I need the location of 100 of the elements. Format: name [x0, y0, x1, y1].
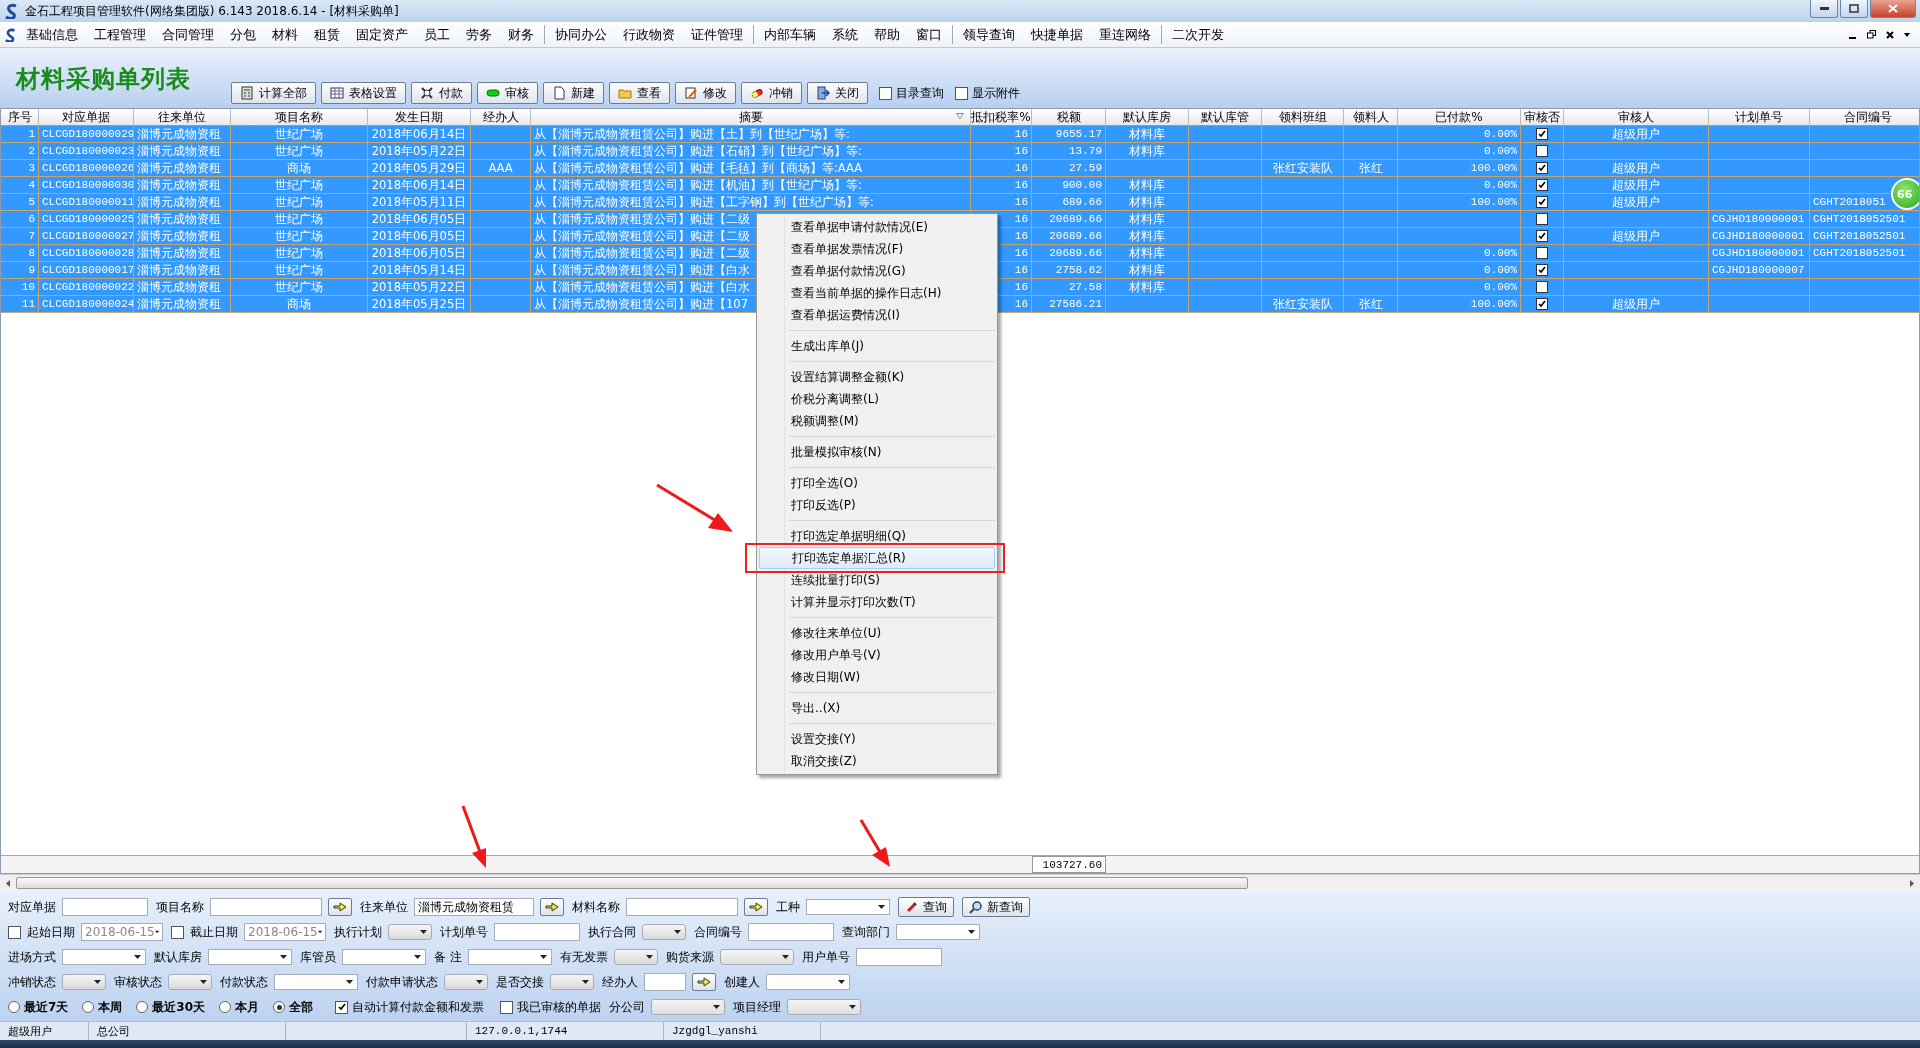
column-header[interactable]: 对应单据: [39, 109, 134, 126]
checkbox[interactable]: [1536, 247, 1548, 259]
menu-item[interactable]: 设置交接(Y): [759, 728, 995, 750]
column-header[interactable]: 已付款%: [1398, 109, 1521, 126]
dropdown[interactable]: [613, 949, 658, 965]
menu-item[interactable]: 修改日期(W): [759, 666, 995, 688]
toolbar-button[interactable]: 新建: [543, 82, 604, 104]
column-header[interactable]: 经办人: [471, 109, 531, 126]
input-field[interactable]: [210, 898, 322, 916]
menu-item[interactable]: 固定资产: [348, 25, 416, 44]
scroll-left-icon[interactable]: [6, 879, 10, 887]
column-header[interactable]: 序号: [1, 109, 39, 126]
input-field[interactable]: [644, 973, 686, 991]
toolbar-button[interactable]: 查看: [609, 82, 670, 104]
menu-item[interactable]: 领导查询: [955, 25, 1023, 44]
column-header[interactable]: 审核人: [1564, 109, 1709, 126]
column-header[interactable]: 项目名称: [231, 109, 368, 126]
toolbar-button[interactable]: 表格设置: [321, 82, 406, 104]
column-header[interactable]: 税额: [1032, 109, 1106, 126]
toolbar-button[interactable]: 修改: [675, 82, 736, 104]
menu-item[interactable]: 租赁: [306, 25, 348, 44]
checkbox[interactable]: [8, 925, 21, 939]
menu-item[interactable]: 修改往来单位(U): [759, 622, 995, 644]
checkbox[interactable]: [1536, 162, 1548, 174]
column-header[interactable]: 合同编号: [1810, 109, 1919, 126]
column-header[interactable]: 审核否: [1521, 109, 1564, 126]
radio-button[interactable]: [82, 1001, 95, 1013]
horizontal-scrollbar[interactable]: [0, 874, 1920, 891]
input-field[interactable]: [62, 898, 148, 916]
menu-item[interactable]: 证件管理: [683, 25, 751, 44]
radio-button[interactable]: [136, 1001, 149, 1013]
menu-item[interactable]: 设置结算调整金额(K): [759, 366, 995, 388]
toolbar-button[interactable]: 审核: [477, 82, 538, 104]
column-header[interactable]: 默认库房: [1106, 109, 1189, 126]
column-header[interactable]: 抵扣税率%: [971, 109, 1032, 126]
caret-icon[interactable]: [1904, 32, 1910, 37]
menu-item[interactable]: 协同办公: [547, 25, 615, 44]
column-header[interactable]: 发生日期: [368, 109, 471, 126]
lookup-button[interactable]: [692, 973, 716, 991]
close-button[interactable]: [1870, 0, 1916, 18]
menu-item[interactable]: 分包: [222, 25, 264, 44]
menu-item[interactable]: 打印选定单据汇总(R): [759, 547, 995, 569]
checkbox[interactable]: [955, 86, 968, 100]
menu-item[interactable]: 修改用户单号(V): [759, 644, 995, 666]
radio-button[interactable]: [273, 1001, 286, 1013]
checkbox[interactable]: [335, 1000, 349, 1014]
column-header[interactable]: 往来单位: [134, 109, 231, 126]
checkbox[interactable]: [1536, 145, 1548, 157]
menu-item[interactable]: 基础信息: [18, 25, 86, 44]
column-header[interactable]: 计划单号: [1709, 109, 1810, 126]
menu-item[interactable]: 连续批量打印(S): [759, 569, 995, 591]
menu-item[interactable]: 税额调整(M): [759, 410, 995, 432]
dropdown[interactable]: [62, 974, 106, 990]
toolbar-button[interactable]: 冲销: [741, 82, 802, 104]
checkbox[interactable]: [1536, 213, 1548, 225]
sort-icon[interactable]: [956, 113, 964, 119]
scroll-right-icon[interactable]: [1910, 879, 1914, 887]
toolbar-button[interactable]: 关闭: [807, 82, 868, 104]
lookup-button[interactable]: [328, 898, 352, 916]
menu-item[interactable]: 价税分离调整(L): [759, 388, 995, 410]
menu-item[interactable]: 批量模拟审核(N): [759, 441, 995, 463]
menu-item[interactable]: 打印反选(P): [759, 494, 995, 516]
scroll-thumb[interactable]: [16, 877, 1248, 889]
checkbox[interactable]: [1536, 128, 1548, 140]
dropdown[interactable]: [168, 974, 212, 990]
menu-item[interactable]: 快捷单据: [1023, 25, 1091, 44]
checkbox[interactable]: [1536, 264, 1548, 276]
dropdown[interactable]: [550, 974, 594, 990]
checkbox[interactable]: [171, 925, 184, 939]
lookup-button[interactable]: [744, 898, 768, 916]
menu-item[interactable]: 重连网络: [1091, 25, 1159, 44]
menu-item[interactable]: 内部车辆: [756, 25, 824, 44]
column-header[interactable]: 摘要: [531, 109, 971, 126]
menu-item[interactable]: 帮助: [866, 25, 908, 44]
column-header[interactable]: 领料人: [1344, 109, 1398, 126]
lookup-button[interactable]: [540, 898, 564, 916]
close-icon[interactable]: [1886, 30, 1894, 39]
menu-item[interactable]: 合同管理: [154, 25, 222, 44]
menu-item[interactable]: 二次开发: [1164, 25, 1232, 44]
date-field[interactable]: 2018-06-15: [81, 923, 163, 941]
toolbar-button[interactable]: 计算全部: [231, 82, 316, 104]
checkbox[interactable]: [500, 1000, 514, 1014]
dropdown[interactable]: [642, 924, 686, 940]
checkbox[interactable]: [1536, 298, 1548, 310]
input-field[interactable]: [494, 923, 580, 941]
menu-item[interactable]: 财务: [500, 25, 542, 44]
menu-item[interactable]: 打印选定单据明细(Q): [759, 525, 995, 547]
checkbox[interactable]: [879, 86, 892, 100]
menu-item[interactable]: 员工: [416, 25, 458, 44]
menu-item[interactable]: 取消交接(Z): [759, 750, 995, 772]
toolbar-button[interactable]: 付款: [411, 82, 472, 104]
dropdown[interactable]: [444, 974, 488, 990]
menu-item[interactable]: 打印全选(O): [759, 472, 995, 494]
menu-item[interactable]: 材料: [264, 25, 306, 44]
radio-button[interactable]: [219, 1001, 232, 1013]
menu-item[interactable]: 行政物资: [615, 25, 683, 44]
checkbox[interactable]: [1536, 281, 1548, 293]
minimize-button[interactable]: [1810, 0, 1838, 18]
menu-item[interactable]: 劳务: [458, 25, 500, 44]
menu-item[interactable]: 窗口: [908, 25, 950, 44]
